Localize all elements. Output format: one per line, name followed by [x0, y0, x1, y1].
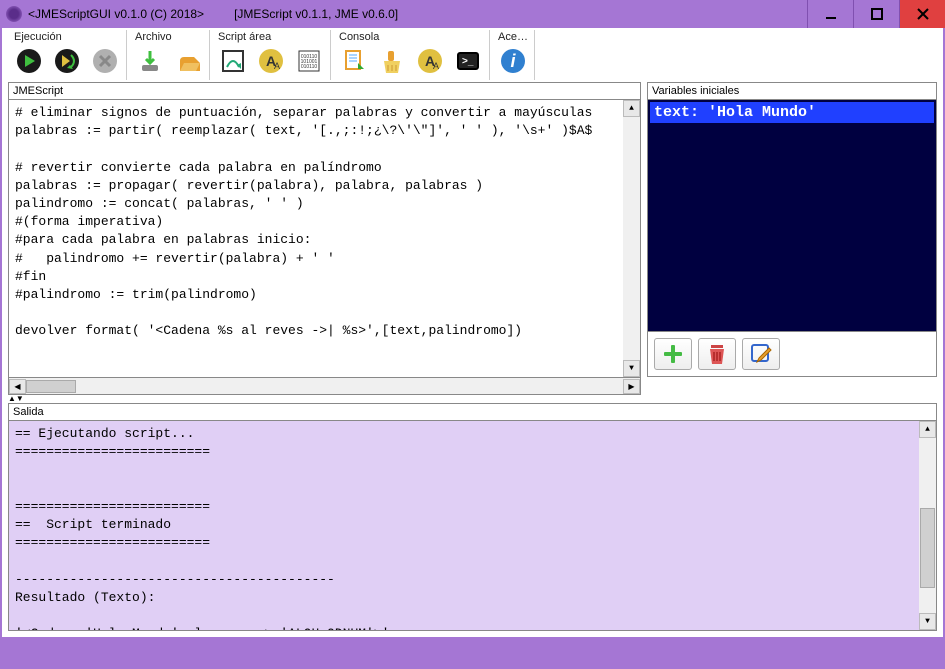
scroll-down-icon[interactable]: ▼	[919, 613, 936, 630]
section-script-label: Script área	[216, 30, 326, 44]
svg-text:A: A	[274, 61, 280, 71]
scroll-left-icon[interactable]: ◀	[9, 379, 26, 394]
binary-button[interactable]: 010110101001010110	[292, 44, 326, 78]
svg-text:010110: 010110	[301, 64, 318, 70]
clear-console-button[interactable]	[375, 44, 409, 78]
run-button[interactable]	[12, 44, 46, 78]
about-button[interactable]: i	[496, 44, 530, 78]
code-editor[interactable]: # eliminar signos de puntuación, separar…	[8, 100, 641, 378]
doc-title: [JMEScript v0.1.1, JME v0.6.0]	[234, 7, 398, 21]
scroll-up-icon[interactable]: ▲	[919, 421, 936, 438]
open-button[interactable]	[133, 44, 167, 78]
code-hscroll[interactable]: ◀ ▶	[8, 378, 641, 395]
splitter-handle[interactable]: ▲▼	[0, 395, 945, 403]
close-button[interactable]	[899, 0, 945, 28]
section-ejecucion-label: Ejecución	[12, 30, 122, 44]
variable-row[interactable]: text: 'Hola Mundo'	[650, 102, 934, 123]
jmescript-panel-title: JMEScript	[8, 82, 641, 100]
app-icon	[6, 6, 22, 22]
output-content: == Ejecutando script... ================…	[15, 426, 389, 631]
section-ace-label: Ace…	[496, 30, 530, 44]
variables-list[interactable]: text: 'Hola Mundo'	[647, 100, 937, 332]
toolbar: Ejecución Archivo Script área AA 0101101…	[0, 28, 945, 82]
copy-console-button[interactable]	[337, 44, 371, 78]
delete-variable-button[interactable]	[698, 338, 736, 370]
variables-panel-title: Variables iniciales	[647, 82, 937, 100]
hscroll-thumb[interactable]	[26, 380, 76, 393]
font-script-button[interactable]: AA	[254, 44, 288, 78]
svg-text:>_: >_	[462, 56, 474, 67]
minimize-button[interactable]	[807, 0, 853, 28]
stop-button[interactable]	[88, 44, 122, 78]
add-variable-button[interactable]	[654, 338, 692, 370]
code-content: # eliminar signos de puntuación, separar…	[15, 105, 592, 338]
vscroll-thumb[interactable]	[920, 508, 935, 588]
terminal-button[interactable]: >_	[451, 44, 485, 78]
salida-panel-title: Salida	[8, 403, 937, 421]
clear-script-button[interactable]	[216, 44, 250, 78]
maximize-button[interactable]	[853, 0, 899, 28]
scroll-right-icon[interactable]: ▶	[623, 379, 640, 394]
svg-text:A: A	[433, 61, 439, 71]
output-vscroll[interactable]: ▲▼	[919, 421, 936, 630]
titlebar: <JMEScriptGUI v0.1.0 (C) 2018> [JMEScrip…	[0, 0, 945, 28]
app-title: <JMEScriptGUI v0.1.0 (C) 2018>	[28, 7, 204, 21]
save-button[interactable]	[171, 44, 205, 78]
section-archivo-label: Archivo	[133, 30, 205, 44]
scroll-up-icon[interactable]: ▲	[623, 100, 640, 117]
section-consola-label: Consola	[337, 30, 485, 44]
run-step-button[interactable]	[50, 44, 84, 78]
code-vscroll[interactable]: ▲▼	[623, 100, 640, 377]
edit-variable-button[interactable]	[742, 338, 780, 370]
scroll-down-icon[interactable]: ▼	[623, 360, 640, 377]
output-console[interactable]: == Ejecutando script... ================…	[8, 421, 937, 631]
font-console-button[interactable]: AA	[413, 44, 447, 78]
